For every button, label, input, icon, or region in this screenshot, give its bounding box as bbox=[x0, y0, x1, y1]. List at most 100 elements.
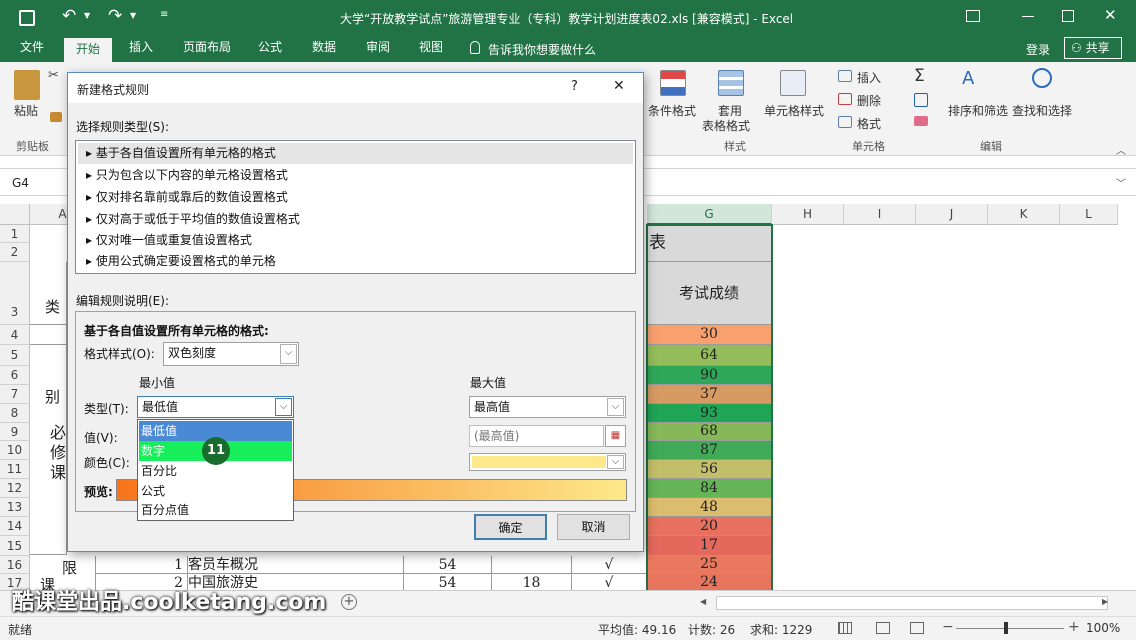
compulsory-course-cell[interactable]: 必 修 课 bbox=[30, 345, 67, 555]
row16-check[interactable]: √ bbox=[572, 556, 647, 574]
score-cell[interactable]: 90 bbox=[647, 366, 772, 385]
row-header[interactable]: 12 bbox=[0, 479, 30, 498]
zoom-slider[interactable] bbox=[956, 628, 1064, 629]
sort-filter-icon[interactable]: A bbox=[962, 68, 974, 89]
table-format-icon[interactable] bbox=[718, 70, 744, 96]
horizontal-scrollbar[interactable] bbox=[716, 596, 1108, 610]
collapse-ribbon-icon[interactable]: ︿ bbox=[1116, 142, 1126, 157]
score-cell[interactable]: 56 bbox=[647, 460, 772, 479]
rule-type-item[interactable]: ▸ 仅对排名靠前或靠后的数值设置格式 bbox=[78, 187, 633, 208]
rule-type-item[interactable]: ▸ 使用公式确定要设置格式的单元格 bbox=[78, 251, 633, 272]
insert-cells-label[interactable]: 插入 bbox=[857, 69, 881, 86]
score-cell[interactable]: 25 bbox=[647, 556, 772, 574]
share-button[interactable]: ⚇ 共享 bbox=[1064, 37, 1122, 59]
score-cell[interactable]: 48 bbox=[647, 498, 772, 517]
dialog-titlebar[interactable]: 新建格式规则 ? ✕ bbox=[68, 73, 643, 103]
name-box[interactable]: G4 bbox=[4, 173, 64, 193]
normal-view-icon[interactable] bbox=[838, 622, 852, 634]
tab-insert[interactable]: 插入 bbox=[118, 35, 164, 62]
col-header-g[interactable]: G bbox=[647, 204, 772, 225]
hscroll-left-icon[interactable]: ◀ bbox=[700, 597, 706, 606]
tab-home[interactable]: 开始 bbox=[64, 38, 112, 62]
ribbon-display-icon[interactable] bbox=[966, 10, 980, 22]
row4-a-cell[interactable] bbox=[30, 325, 67, 345]
row16-num[interactable]: 1 bbox=[96, 556, 188, 574]
table-format-label-2[interactable]: 表格格式 bbox=[702, 117, 750, 134]
row-header[interactable]: 10 bbox=[0, 441, 30, 460]
add-sheet-icon[interactable]: + bbox=[341, 594, 357, 610]
row-header[interactable]: 14 bbox=[0, 517, 30, 536]
maximize-icon[interactable] bbox=[1062, 10, 1074, 22]
select-all-corner[interactable] bbox=[0, 204, 30, 225]
sort-filter-label[interactable]: 排序和筛选 bbox=[948, 102, 1008, 119]
chevron-down-icon[interactable]: ⌵ bbox=[275, 398, 292, 416]
col-header-l[interactable]: L bbox=[1060, 204, 1118, 225]
col-header-k[interactable]: K bbox=[988, 204, 1060, 225]
row16-v1[interactable]: 54 bbox=[404, 556, 492, 574]
cut-icon[interactable]: ✂ bbox=[48, 68, 59, 83]
row-header[interactable]: 16 bbox=[0, 556, 30, 574]
tab-data[interactable]: 数据 bbox=[302, 35, 346, 62]
cell-style-label[interactable]: 单元格样式 bbox=[764, 102, 824, 119]
dropdown-option[interactable]: 百分点值 bbox=[139, 500, 292, 520]
status-average[interactable]: 平均值: 49.16 bbox=[598, 621, 676, 638]
page-layout-view-icon[interactable] bbox=[876, 622, 890, 634]
score-cell[interactable]: 17 bbox=[647, 536, 772, 556]
chevron-down-icon[interactable]: ⌵ bbox=[607, 455, 624, 469]
row-header[interactable]: 9 bbox=[0, 423, 30, 441]
dialog-close-icon[interactable]: ✕ bbox=[613, 78, 625, 94]
row-header[interactable]: 7 bbox=[0, 385, 30, 404]
dropdown-option[interactable]: 公式 bbox=[139, 481, 292, 501]
format-style-select[interactable]: 双色刻度 ⌵ bbox=[163, 342, 299, 366]
cond-format-label[interactable]: 条件格式 bbox=[648, 102, 696, 119]
exam-score-header[interactable]: 考试成绩 bbox=[647, 262, 772, 325]
cancel-button[interactable]: 取消 bbox=[557, 514, 630, 540]
col-header-j[interactable]: J bbox=[916, 204, 988, 225]
login-link[interactable]: 登录 bbox=[1026, 41, 1050, 58]
cell-style-icon[interactable] bbox=[780, 70, 806, 96]
undo-dropdown-icon[interactable]: ▼ bbox=[84, 11, 90, 20]
col-header-i[interactable]: I bbox=[844, 204, 916, 225]
row-header[interactable]: 13 bbox=[0, 498, 30, 517]
tab-page-layout[interactable]: 页面布局 bbox=[172, 35, 242, 62]
delete-cells-label[interactable]: 删除 bbox=[857, 92, 881, 109]
col-header-h[interactable]: H bbox=[772, 204, 844, 225]
row-header[interactable]: 3 bbox=[0, 262, 30, 325]
row-header[interactable]: 2 bbox=[0, 243, 30, 262]
paste-label[interactable]: 粘贴 bbox=[14, 102, 38, 119]
score-cell[interactable]: 87 bbox=[647, 441, 772, 460]
undo-icon[interactable]: ↶ bbox=[62, 6, 76, 26]
row16-course[interactable]: 客员车概况 bbox=[188, 556, 404, 574]
row-header[interactable]: 6 bbox=[0, 366, 30, 385]
min-type-select[interactable]: 最低值 ⌵ bbox=[137, 396, 294, 418]
zoom-level[interactable]: 100% bbox=[1086, 621, 1120, 635]
fill-icon[interactable] bbox=[914, 93, 928, 107]
paste-icon[interactable] bbox=[14, 70, 40, 100]
zoom-thumb[interactable] bbox=[1004, 622, 1008, 634]
row16-v2[interactable] bbox=[492, 556, 572, 574]
rule-type-item[interactable]: ▸ 只为包含以下内容的单元格设置格式 bbox=[78, 165, 633, 186]
rule-type-item[interactable]: ▸ 仅对高于或低于平均值的数值设置格式 bbox=[78, 209, 633, 230]
hscroll-right-icon[interactable]: ▶ bbox=[1102, 597, 1108, 606]
row-header[interactable]: 5 bbox=[0, 345, 30, 366]
dialog-help-button[interactable]: ? bbox=[571, 79, 578, 94]
cond-format-icon[interactable] bbox=[660, 70, 686, 96]
insert-cells-icon[interactable] bbox=[838, 70, 852, 82]
find-select-label[interactable]: 查找和选择 bbox=[1012, 102, 1072, 119]
row-header[interactable]: 15 bbox=[0, 536, 30, 556]
close-window-icon[interactable]: ✕ bbox=[1104, 6, 1117, 24]
score-cell[interactable]: 93 bbox=[647, 404, 772, 423]
save-icon[interactable] bbox=[19, 10, 35, 26]
redo-dropdown-icon[interactable]: ▼ bbox=[130, 11, 136, 20]
format-painter-icon[interactable] bbox=[50, 112, 62, 122]
score-cell[interactable]: 30 bbox=[647, 325, 772, 345]
score-cell[interactable]: 20 bbox=[647, 517, 772, 536]
status-sum[interactable]: 求和: 1229 bbox=[750, 621, 812, 638]
category-header-fragment[interactable]: 类别 bbox=[30, 262, 67, 406]
tab-file[interactable]: 文件 bbox=[8, 35, 56, 62]
format-cells-label[interactable]: 格式 bbox=[857, 115, 881, 132]
redo-icon[interactable]: ↷ bbox=[108, 6, 122, 26]
max-type-select[interactable]: 最高值 ⌵ bbox=[469, 396, 626, 418]
score-cell[interactable]: 37 bbox=[647, 385, 772, 404]
max-color-picker[interactable]: ⌵ bbox=[469, 453, 626, 471]
